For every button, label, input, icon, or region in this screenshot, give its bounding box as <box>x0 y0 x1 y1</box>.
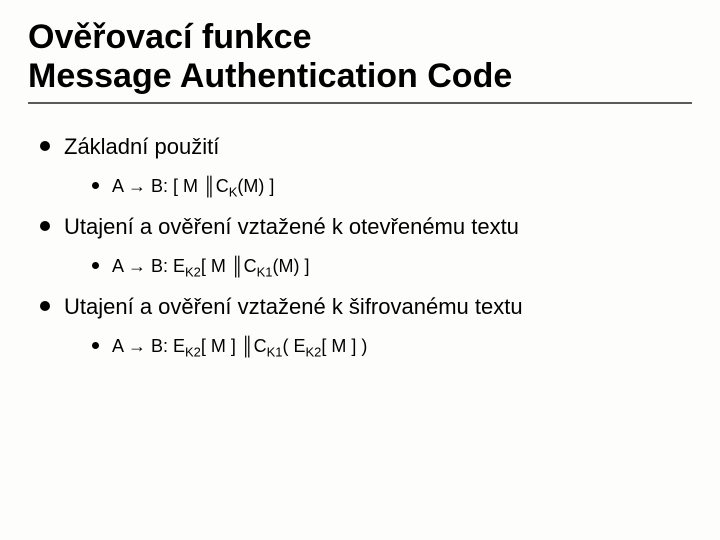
bullet-item-3-formula: A → B: EK2[ M ] ║CK1( EK2[ M ] ) <box>90 334 692 358</box>
bullet-item-1-formula: A → B: [ M ║CK(M) ] <box>90 174 692 198</box>
bullet-item-1-sublist: A → B: [ M ║CK(M) ] <box>64 174 692 198</box>
title-underline <box>28 102 692 104</box>
slide-title: Ověřovací funkce Message Authentication … <box>28 18 692 96</box>
bullet-item-1: Základní použití A → B: [ M ║CK(M) ] <box>36 132 692 198</box>
bullet-item-3-sublist: A → B: EK2[ M ] ║CK1( EK2[ M ] ) <box>64 334 692 358</box>
bullet-item-3: Utajení a ověření vztažené k šifrovanému… <box>36 292 692 358</box>
title-line-1: Ověřovací funkce <box>28 18 311 56</box>
slide: Ověřovací funkce Message Authentication … <box>0 0 720 540</box>
title-line-2: Message Authentication Code <box>28 57 512 95</box>
bullet-item-2-label: Utajení a ověření vztažené k otevřenému … <box>64 214 519 239</box>
bullet-item-3-label: Utajení a ověření vztažené k šifrovanému… <box>64 294 523 319</box>
bullet-list: Základní použití A → B: [ M ║CK(M) ] Uta… <box>28 132 692 358</box>
bullet-item-1-label: Základní použití <box>64 134 219 159</box>
bullet-item-2-formula: A → B: EK2[ M ║CK1(M) ] <box>90 254 692 278</box>
bullet-item-2: Utajení a ověření vztažené k otevřenému … <box>36 212 692 278</box>
bullet-item-2-sublist: A → B: EK2[ M ║CK1(M) ] <box>64 254 692 278</box>
